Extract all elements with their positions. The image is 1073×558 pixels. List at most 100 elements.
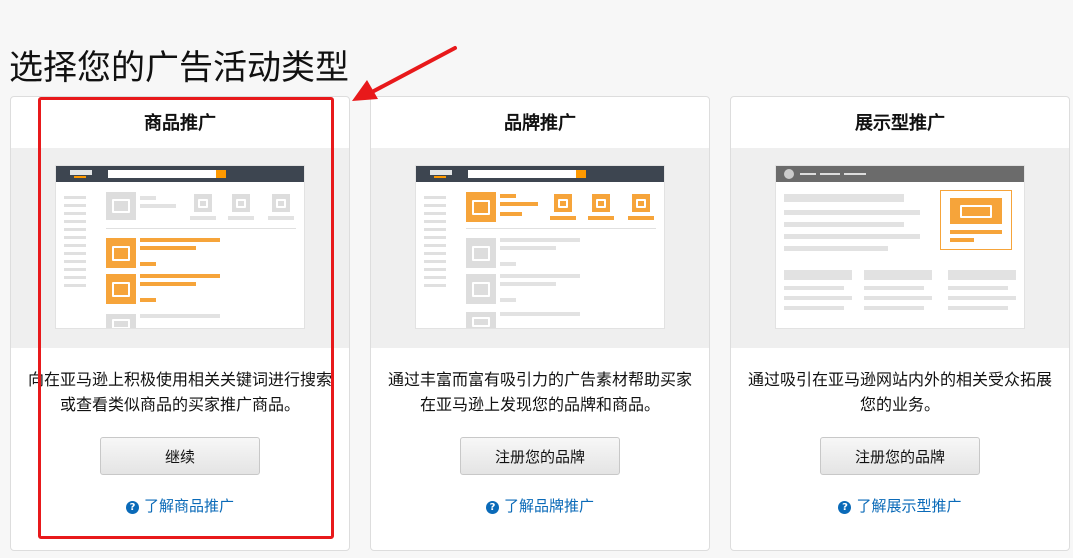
learn-more-link[interactable]: ? 了解品牌推广 xyxy=(371,495,709,516)
mock-line xyxy=(784,222,904,227)
mock-line xyxy=(64,276,86,279)
display-ad-image-icon xyxy=(950,198,1002,224)
mock-screen xyxy=(416,166,664,328)
image-placeholder-icon xyxy=(194,194,212,212)
mock-highlight-line xyxy=(588,216,614,220)
mock-highlight-line xyxy=(140,274,220,278)
logo-smile-icon xyxy=(434,176,446,178)
image-placeholder-icon xyxy=(106,314,136,328)
sponsored-image-icon xyxy=(632,194,650,212)
mock-line xyxy=(500,282,556,286)
mock-line xyxy=(500,298,516,302)
mock-line xyxy=(424,268,446,271)
mock-line xyxy=(140,204,176,208)
mock-line xyxy=(140,196,156,200)
mock-highlight-line xyxy=(140,246,196,250)
card-title: 展示型推广 xyxy=(855,113,945,134)
mock-line xyxy=(424,236,446,239)
mock-highlight-line xyxy=(550,216,576,220)
mock-line xyxy=(864,286,924,290)
mock-line xyxy=(140,314,220,318)
mock-line xyxy=(64,204,86,207)
mock-line xyxy=(424,260,446,263)
mock-line xyxy=(64,212,86,215)
mock-search-box xyxy=(108,170,216,178)
mock-line xyxy=(864,296,932,300)
mock-line xyxy=(784,306,844,310)
mock-line xyxy=(844,173,866,175)
preview-illustration xyxy=(371,148,709,348)
mock-line xyxy=(64,268,86,271)
mock-line xyxy=(820,173,840,175)
mock-line xyxy=(64,260,86,263)
mock-line xyxy=(424,252,446,255)
image-placeholder-icon xyxy=(272,194,290,212)
mock-line xyxy=(800,173,816,175)
sponsored-image-icon xyxy=(106,274,136,304)
learn-more-label: 了解展示型推广 xyxy=(856,497,962,515)
image-placeholder-icon xyxy=(466,312,496,328)
mock-line xyxy=(948,296,1016,300)
card-title: 品牌推广 xyxy=(504,113,576,134)
mock-avatar-icon xyxy=(784,169,794,179)
card-description: 通过吸引在亚马逊网站内外的相关受众拓展您的业务。 xyxy=(747,370,1052,414)
mock-highlight-line xyxy=(140,282,196,286)
learn-more-label: 了解商品推广 xyxy=(143,497,234,515)
mock-search-button xyxy=(216,170,226,178)
mock-line xyxy=(64,220,86,223)
mock-highlight-line xyxy=(950,230,1002,234)
mock-highlight-line xyxy=(500,202,538,206)
mock-line xyxy=(948,306,1008,310)
mock-highlight-line xyxy=(140,298,156,302)
mock-divider xyxy=(106,228,296,229)
mock-divider xyxy=(466,228,656,229)
mock-line xyxy=(424,220,446,223)
mock-line xyxy=(784,234,920,239)
brand-logo-icon xyxy=(466,192,496,222)
mock-line xyxy=(784,210,920,215)
mock-highlight-line xyxy=(628,216,654,220)
mock-line xyxy=(228,216,254,220)
mock-line xyxy=(190,216,216,220)
logo-icon xyxy=(70,170,92,175)
continue-button[interactable]: 继续 xyxy=(100,437,260,475)
card-description: 通过丰富而富有吸引力的广告素材帮助买家在亚马逊上发现您的品牌和商品。 xyxy=(387,370,692,414)
mock-search-box xyxy=(468,170,576,178)
mock-line xyxy=(948,270,1016,280)
image-placeholder-icon xyxy=(466,238,496,268)
help-circle-icon: ? xyxy=(125,501,139,514)
card-description: 向在亚马逊上积极使用相关关键词进行搜索或查看类似商品的买家推广商品。 xyxy=(27,370,332,414)
mock-line xyxy=(64,244,86,247)
mock-line xyxy=(424,244,446,247)
mock-screen xyxy=(56,166,304,328)
mock-line xyxy=(864,270,932,280)
mock-highlight-line xyxy=(140,238,220,242)
preview-illustration xyxy=(731,148,1069,348)
mock-line xyxy=(500,238,580,242)
mock-line xyxy=(500,262,516,266)
page-title: 选择您的广告活动类型 xyxy=(9,48,349,88)
mock-line xyxy=(948,286,1008,290)
learn-more-label: 了解品牌推广 xyxy=(503,497,594,515)
sponsored-image-icon xyxy=(554,194,572,212)
mock-line xyxy=(424,212,446,215)
sponsored-image-icon xyxy=(592,194,610,212)
logo-smile-icon xyxy=(74,176,86,178)
image-placeholder-icon xyxy=(106,192,136,220)
mock-line xyxy=(64,252,86,255)
mock-highlight-line xyxy=(140,262,156,266)
register-brand-button[interactable]: 注册您的品牌 xyxy=(820,437,980,475)
card-sponsored-brands: 品牌推广 通过丰富而富有吸引力的广告素材帮助买家在亚马逊上发现您的品牌和商品。 … xyxy=(370,96,710,551)
mock-search-button xyxy=(576,170,586,178)
mock-highlight-line xyxy=(500,212,522,216)
help-circle-icon: ? xyxy=(485,501,499,514)
card-title: 商品推广 xyxy=(144,113,216,134)
mock-screen xyxy=(776,166,1024,328)
image-placeholder-icon xyxy=(232,194,250,212)
register-brand-button[interactable]: 注册您的品牌 xyxy=(460,437,620,475)
learn-more-link[interactable]: ? 了解商品推广 xyxy=(11,495,349,516)
mock-line xyxy=(64,284,86,287)
mock-line xyxy=(64,228,86,231)
learn-more-link[interactable]: ? 了解展示型推广 xyxy=(731,495,1069,516)
mock-line xyxy=(784,270,852,280)
